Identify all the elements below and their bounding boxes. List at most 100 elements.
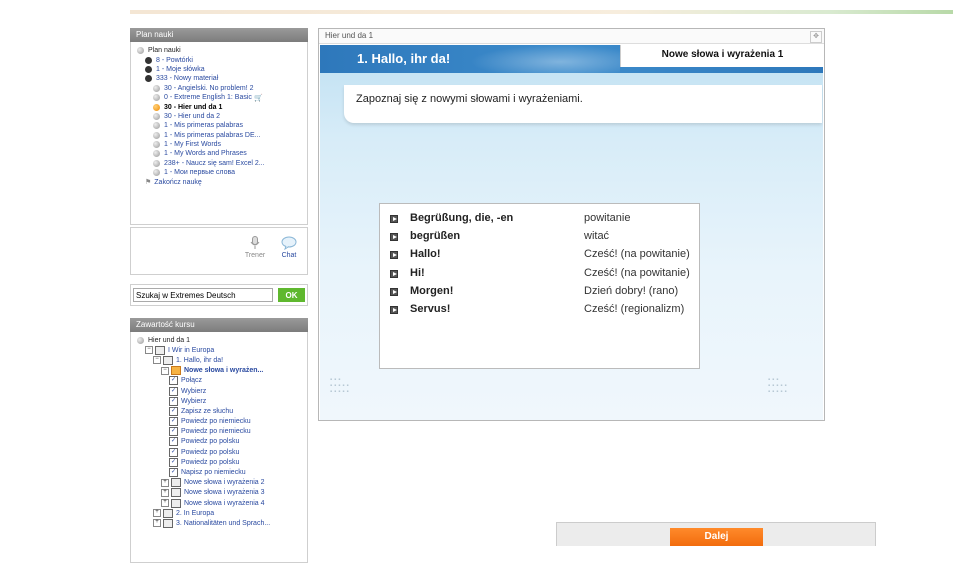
book-icon [163,518,173,528]
search-ok-button[interactable]: OK [278,288,305,302]
plan-item[interactable]: 0 - Extreme English 1: Basic 🛒 [137,93,307,102]
contents-item[interactable]: + Nowe słowa i wyrażenia 2 [137,478,307,488]
expand-icon[interactable]: ✥ [810,31,822,43]
book-icon [163,355,173,365]
plan-item[interactable]: 1 - Mis primeras palabras DE... [137,131,307,140]
book-icon [171,498,181,508]
plan-item[interactable]: 1 - My Words and Phrases [137,149,307,158]
course-dot-icon [145,56,152,64]
play-audio-icon[interactable] [390,269,398,278]
contents-item[interactable]: +2. In Europa [137,508,307,518]
expand-toggle-icon[interactable]: + [153,509,161,518]
contents-item-label: Połącz [181,377,203,385]
next-button[interactable]: Dalej [670,528,763,546]
plan-item[interactable]: ⚑ Zakończ naukę [137,177,307,187]
plan-item-label: 1 - Moje słówka [156,65,205,73]
contents-item[interactable]: ✓ Powiedz po niemiecku [137,427,307,437]
plan-item[interactable]: 238+ - Naucz się sam! Excel 2... [137,159,307,168]
plan-item[interactable]: 30 - Hier und da 2 [137,112,307,121]
checkbox-icon: ✓ [169,396,178,406]
plan-item[interactable]: 1 - My First Words [137,140,307,149]
contents-item[interactable]: ✓ Wybierz [137,396,307,406]
vocab-row: begrüßen witać [390,229,690,247]
play-audio-icon[interactable] [390,215,398,223]
collapse-toggle-icon[interactable]: − [145,346,153,355]
contents-item[interactable]: ✓ Połącz [137,376,307,386]
instruction-text: Zapoznaj się z nowymi słowami i wyrażeni… [356,93,583,105]
contents-item[interactable]: ✓ Powiedz po niemiecku [137,417,307,427]
vocab-row: Begrüßung, die, -en powitanie [390,211,690,229]
contents-item[interactable]: ✓ Powiedz po polsku [137,437,307,447]
contents-item-label: Powiedz po polsku [181,448,240,456]
course-dot-icon [153,141,160,149]
contents-item-label: 2. In Europa [176,509,215,517]
contents-item-label: Nowe słowa i wyrażen... [184,367,264,375]
plan-item[interactable]: 1 - Mis primeras palabras [137,121,307,130]
contents-item[interactable]: − Nowe słowa i wyrażen... [137,366,307,376]
search-input[interactable] [133,288,273,302]
collapse-toggle-icon[interactable]: − [161,366,169,375]
expand-toggle-icon[interactable]: + [161,488,169,497]
footer-bar: Dalej [556,522,876,546]
decoration-dots-left: ▪▪▪ ▪▪▪▪▪ ▪▪▪▪▪ [330,377,351,395]
checkbox-icon: ✓ [169,406,178,416]
play-audio-icon[interactable] [390,287,398,296]
contents-panel: Zawartość kursu Hier und da 1− I Wir in E… [130,318,308,563]
contents-item[interactable]: + Nowe słowa i wyrażenia 4 [137,498,307,508]
contents-item-label: Wybierz [181,387,207,395]
contents-item[interactable]: ✓ Napisz po niemiecku [137,467,307,478]
plan-item-label: 1 - Mis primeras palabras [164,122,243,130]
plan-item[interactable]: 8 - Powtórki [137,55,307,64]
contents-item[interactable]: + Nowe słowa i wyrażenia 3 [137,488,307,498]
contents-item[interactable]: ✓ Powiedz po polsku [137,447,307,457]
play-audio-icon[interactable] [390,306,398,314]
contents-item[interactable]: − 1. Hallo, ihr da! [137,355,307,365]
contents-item[interactable]: ✓ Zapisz ze słuchu [137,406,307,416]
plan-item-label: 0 - Extreme English 1: Basic [164,94,252,102]
course-dot-icon [153,131,160,139]
plan-item-label: 8 - Powtórki [156,56,193,64]
plan-item[interactable]: 30 - Hier und da 1 [137,102,307,111]
expand-toggle-icon[interactable]: + [161,478,169,487]
contents-item[interactable]: +3. Nationalitäten und Sprach... [137,518,307,528]
contents-item[interactable]: − I Wir in Europa [137,345,307,355]
contents-item[interactable]: ✓ Powiedz po polsku [137,457,307,467]
plan-item-label: 1 - Mis primeras palabras DE... [164,131,261,139]
collapse-toggle-icon[interactable]: − [153,356,161,365]
instruction-box: Zapoznaj się z nowymi słowami i wyrażeni… [344,85,822,123]
course-dot-icon [153,103,160,111]
plan-item[interactable]: Plan nauki [137,46,307,55]
checkbox-icon: ✓ [169,447,178,457]
contents-item-label: 1. Hallo, ihr da! [176,356,224,364]
contents-item-label: Powiedz po polsku [181,438,240,446]
plan-item[interactable]: 333 - Nowy materiał [137,74,307,83]
plan-item-label: 30 - Hier und da 2 [164,112,221,120]
contents-item[interactable]: Hier und da 1 [137,335,307,345]
vocabulary-list: Begrüßung, die, -en powitanie begrüßen wita… [379,203,700,369]
lesson-frame: Hier und da 1 ✥ 1. Hallo, ihr da! Nowe s… [318,28,825,421]
checkbox-icon: ✓ [169,457,178,467]
plan-item[interactable]: 1 - Moje słówka [137,65,307,74]
trener-button[interactable]: Trener [244,236,266,259]
book-icon [163,508,173,518]
german-word: Morgen! [410,284,454,297]
lesson-title: 1. Hallo, ihr da! [357,51,451,66]
course-dot-icon [137,336,144,344]
book-icon [155,345,165,355]
expand-toggle-icon[interactable]: + [153,519,161,528]
course-dot-icon [153,122,160,130]
plan-item[interactable]: 1 - Мои первые слова [137,168,307,177]
assistants-panel: Trener Chat [130,227,308,275]
polish-translation: Cześć! (na powitanie) [584,248,690,261]
play-audio-icon[interactable] [390,251,398,260]
contents-item[interactable]: ✓ Wybierz [137,386,307,396]
plan-item-label: 1 - Мои первые слова [164,169,236,177]
checkbox-icon: ✓ [169,427,178,437]
course-dot-icon [145,65,152,73]
polish-translation: Cześć! (na powitanie) [584,266,690,279]
play-audio-icon[interactable] [390,233,398,242]
plan-item[interactable]: 30 - Angielski. No problem! 2 [137,84,307,93]
chat-button[interactable]: Chat [277,236,301,259]
top-decoration [130,10,953,14]
expand-toggle-icon[interactable]: + [161,499,169,508]
